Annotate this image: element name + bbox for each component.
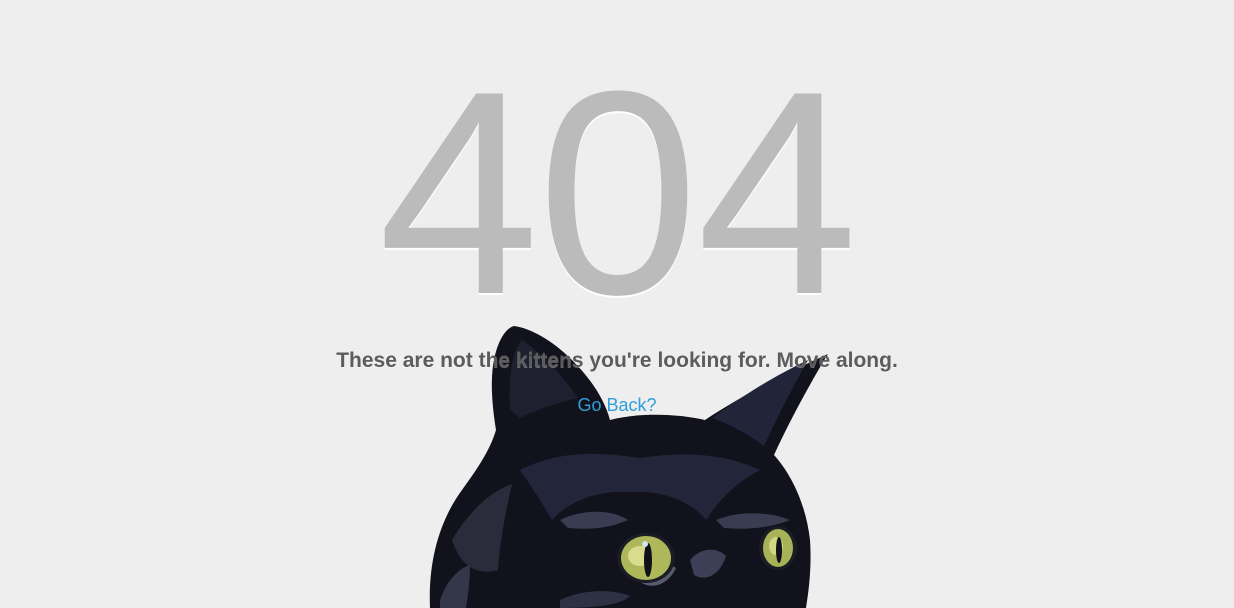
error-message: These are not the kittens you're looking… xyxy=(336,349,898,372)
error-code: 404 xyxy=(378,31,858,355)
error-page: 404 These are not the kittens you're loo… xyxy=(0,0,1234,608)
go-back-container: Go Back? xyxy=(0,395,1234,416)
go-back-link[interactable]: Go Back? xyxy=(577,395,656,415)
